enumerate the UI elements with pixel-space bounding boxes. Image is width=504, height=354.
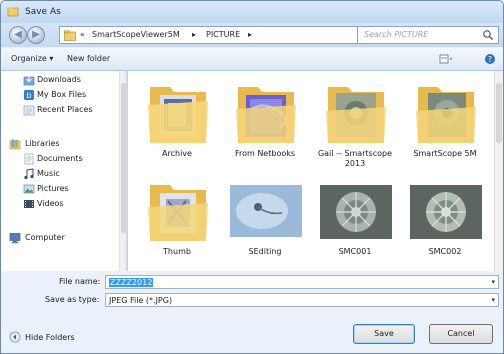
libraries-icon bbox=[9, 139, 21, 150]
image-tile-smc001[interactable]: SMC001 bbox=[310, 177, 400, 271]
sidebar-item-recent-places[interactable]: Recent Places bbox=[1, 103, 119, 117]
hide-folders-label: Hide Folders bbox=[25, 333, 75, 342]
command-toolbar: Organize ▾ New folder ? bbox=[1, 47, 503, 71]
folder-icon bbox=[64, 30, 76, 41]
breadcrumb-separator[interactable]: ▸ bbox=[192, 30, 196, 39]
sidebar-item-libraries[interactable]: Libraries bbox=[1, 137, 119, 151]
file-name: Thumb bbox=[163, 247, 191, 256]
breadcrumb-overflow[interactable]: « bbox=[80, 30, 85, 39]
folder-tile-from-netbooks[interactable]: From Netbooks bbox=[220, 79, 310, 173]
folder-tile-thumb[interactable]: Thumb bbox=[132, 177, 222, 271]
breadcrumb-smartscopeviewer[interactable]: SmartScopeViewer5M bbox=[92, 30, 180, 39]
window-title: Save As bbox=[25, 7, 61, 17]
box-files-icon: b bbox=[24, 90, 34, 100]
arrow-left-icon: ◀ bbox=[14, 29, 22, 40]
address-input[interactable]: « SmartScopeViewer5M ▸ PICTURE ▸ ▾ bbox=[59, 26, 399, 44]
help-icon[interactable]: ? bbox=[483, 53, 497, 65]
folder-tile-smartscope-5m[interactable]: SmartScope 5M bbox=[400, 79, 490, 173]
image-tile-sediting[interactable]: SEditing bbox=[220, 177, 310, 271]
view-options-icon[interactable] bbox=[439, 53, 453, 65]
back-button[interactable]: ◀ bbox=[9, 26, 27, 44]
sidebar-item-label: Computer bbox=[25, 233, 65, 242]
file-name-label: File name: bbox=[59, 277, 101, 286]
address-bar-row: ◀ ▶ « SmartScopeViewer5M ▸ PICTURE ▸ ▾ ↻… bbox=[1, 23, 503, 47]
arrow-right-icon: ▶ bbox=[32, 29, 40, 40]
file-name: SMC001 bbox=[338, 247, 372, 256]
chevron-down-icon[interactable]: ▾ bbox=[491, 278, 495, 286]
search-placeholder: Search PICTURE bbox=[364, 30, 429, 39]
sidebar-item-label: My Box Files bbox=[37, 90, 87, 99]
sidebar-item-downloads[interactable]: Downloads bbox=[1, 73, 119, 87]
file-name-input[interactable]: ZZZZ2012 ▾ bbox=[105, 275, 499, 289]
folder-icon bbox=[416, 87, 476, 143]
sidebar-item-label: Videos bbox=[37, 199, 64, 208]
navigation-pane: Downloads b My Box Files Recent Places L… bbox=[1, 71, 127, 271]
sidebar-item-pictures[interactable]: Pictures bbox=[1, 182, 119, 196]
forward-button[interactable]: ▶ bbox=[27, 26, 45, 44]
image-thumbnail bbox=[410, 185, 482, 239]
save-type-select[interactable]: JPEG File (*.JPG) ▾ bbox=[105, 293, 499, 307]
folder-tile-archive[interactable]: Archive bbox=[132, 79, 222, 173]
file-name: Gail -- Smartscope 2013 bbox=[317, 149, 393, 168]
computer-icon bbox=[9, 233, 21, 244]
new-folder-button[interactable]: New folder bbox=[67, 54, 110, 63]
sidebar-item-label: Libraries bbox=[25, 139, 60, 148]
sidebar-item-music[interactable]: Music bbox=[1, 167, 119, 181]
sidebar-item-documents[interactable]: Documents bbox=[1, 152, 119, 166]
title-bar[interactable]: Save As bbox=[1, 1, 503, 23]
sidebar-item-computer[interactable]: Computer bbox=[1, 231, 119, 245]
file-name: SEditing bbox=[248, 247, 282, 256]
file-name: SMC002 bbox=[428, 247, 462, 256]
svg-text:b: b bbox=[26, 91, 31, 100]
save-form: File name: ZZZZ2012 ▾ Save as type: JPEG… bbox=[1, 271, 503, 353]
file-list-scrollbar[interactable] bbox=[494, 71, 503, 271]
chevron-down-icon[interactable]: ▾ bbox=[491, 296, 495, 304]
hide-folders-toggle[interactable]: Hide Folders bbox=[9, 331, 99, 345]
svg-text:?: ? bbox=[488, 55, 492, 64]
sidebar-item-my-box-files[interactable]: b My Box Files bbox=[1, 88, 119, 102]
sidebar-item-label: Downloads bbox=[37, 75, 81, 84]
file-name: From Netbooks bbox=[234, 149, 296, 158]
image-tile-smc002[interactable]: SMC002 bbox=[400, 177, 490, 271]
file-name: SmartScope 5M bbox=[413, 149, 477, 158]
save-as-dialog: Save As ◀ ▶ « SmartScopeViewer5M ▸ PICTU… bbox=[0, 0, 504, 354]
sidebar-item-label: Documents bbox=[37, 154, 83, 163]
sidebar-item-videos[interactable]: Videos bbox=[1, 197, 119, 211]
documents-icon bbox=[24, 153, 34, 165]
scrollbar-thumb[interactable] bbox=[121, 83, 126, 233]
recent-places-icon bbox=[23, 105, 35, 116]
folder-icon bbox=[326, 87, 386, 143]
scrollbar-thumb[interactable] bbox=[496, 83, 502, 143]
folder-icon bbox=[236, 87, 296, 143]
organize-button[interactable]: Organize ▾ bbox=[11, 54, 53, 63]
save-button[interactable]: Save bbox=[353, 324, 415, 344]
downloads-icon bbox=[23, 75, 35, 86]
sidebar-item-label: Music bbox=[37, 169, 60, 178]
folder-icon bbox=[148, 185, 208, 241]
breadcrumb-separator[interactable]: ▸ bbox=[248, 30, 252, 39]
file-name-value: ZZZZ2012 bbox=[109, 278, 154, 287]
search-input[interactable]: Search PICTURE bbox=[357, 26, 499, 44]
navigation-scrollbar[interactable] bbox=[119, 71, 126, 271]
folder-icon bbox=[148, 87, 208, 143]
sidebar-item-label: Recent Places bbox=[37, 105, 93, 114]
cancel-button[interactable]: Cancel bbox=[429, 324, 493, 344]
file-list: Archive From Netbooks Gail -- Smartscope… bbox=[128, 71, 503, 271]
save-type-label: Save as type: bbox=[45, 295, 100, 304]
image-thumbnail bbox=[230, 185, 302, 237]
pictures-icon bbox=[23, 184, 35, 194]
file-name: Archive bbox=[162, 149, 192, 158]
music-icon bbox=[24, 168, 34, 180]
save-dialog-icon bbox=[7, 7, 19, 17]
folder-tile-gail-smartscope-2013[interactable]: Gail -- Smartscope 2013 bbox=[310, 79, 400, 173]
breadcrumb-picture[interactable]: PICTURE bbox=[206, 30, 240, 39]
collapse-icon bbox=[9, 331, 21, 343]
sidebar-item-label: Pictures bbox=[37, 184, 69, 193]
save-type-value: JPEG File (*.JPG) bbox=[109, 296, 173, 305]
image-thumbnail bbox=[320, 185, 392, 239]
videos-icon bbox=[24, 200, 34, 208]
search-icon bbox=[483, 30, 493, 40]
